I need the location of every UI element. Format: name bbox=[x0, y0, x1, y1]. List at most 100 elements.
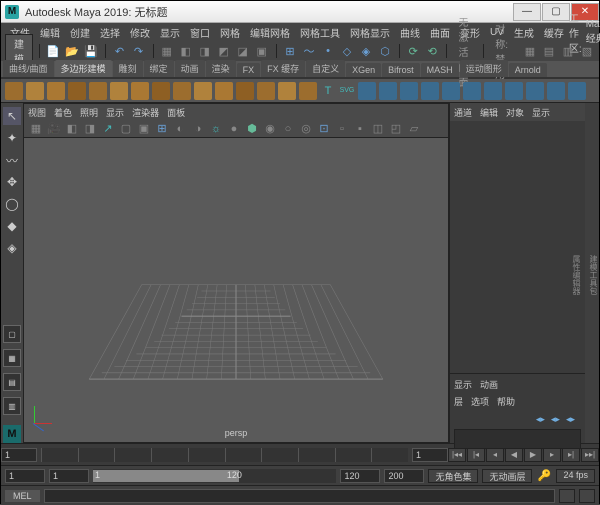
shelf-icon[interactable] bbox=[547, 82, 565, 100]
poly-platonic-icon[interactable] bbox=[152, 82, 170, 100]
poly-superellipse-icon[interactable] bbox=[299, 82, 317, 100]
sidetab-attribute-editor[interactable]: 属性编辑器 bbox=[571, 255, 582, 295]
anim-start-field[interactable] bbox=[5, 469, 45, 483]
shelf-icon[interactable] bbox=[526, 82, 544, 100]
shelf-tab-bifrost[interactable]: Bifrost bbox=[382, 63, 420, 77]
move-tool[interactable]: ✥ bbox=[3, 173, 21, 191]
panel-menu-shading[interactable]: 着色 bbox=[54, 106, 72, 119]
poly-sphere-icon[interactable] bbox=[5, 82, 23, 100]
shelf-icon[interactable] bbox=[505, 82, 523, 100]
panel-tool-icon[interactable]: ⊞ bbox=[154, 121, 170, 137]
panel-tool-icon[interactable]: ◎ bbox=[298, 121, 314, 137]
anim-end-field[interactable] bbox=[384, 469, 424, 483]
minimize-button[interactable]: — bbox=[513, 3, 541, 21]
go-start-button[interactable]: |◂◂ bbox=[448, 448, 466, 462]
shelf-tab-arnold[interactable]: Arnold bbox=[509, 63, 547, 77]
current-frame-field-2[interactable] bbox=[412, 448, 448, 462]
status-icon[interactable]: ▣ bbox=[254, 43, 270, 59]
save-scene-icon[interactable]: 💾 bbox=[83, 43, 99, 59]
panel-tool-icon[interactable]: ▫ bbox=[334, 121, 350, 137]
menu-edit[interactable]: 编辑 bbox=[35, 25, 65, 40]
poly-pyramid-icon[interactable] bbox=[173, 82, 191, 100]
key-icon[interactable]: ◂▸ bbox=[536, 414, 545, 425]
poly-soccer-icon[interactable] bbox=[278, 82, 296, 100]
poly-type-icon[interactable]: T bbox=[320, 83, 336, 99]
layer-tab-anim[interactable]: 动画 bbox=[480, 378, 498, 391]
panel-tool-icon[interactable]: ◧ bbox=[64, 121, 80, 137]
layout-persp-icon[interactable]: ▥ bbox=[3, 397, 21, 415]
poly-pipe-icon[interactable] bbox=[215, 82, 233, 100]
paint-select-tool[interactable]: 〰 bbox=[3, 151, 21, 169]
poly-prism-icon[interactable] bbox=[194, 82, 212, 100]
panel-menu-panels[interactable]: 面板 bbox=[167, 106, 185, 119]
shelf-tab-mograph[interactable]: 运动图形 bbox=[460, 60, 508, 77]
shelf-icon[interactable] bbox=[442, 82, 460, 100]
poly-helix-icon[interactable] bbox=[236, 82, 254, 100]
shelf-icon[interactable] bbox=[484, 82, 502, 100]
status-icon[interactable]: ◪ bbox=[235, 43, 251, 59]
fps-dropdown[interactable]: 24 fps bbox=[556, 469, 595, 483]
poly-cone-icon[interactable] bbox=[68, 82, 86, 100]
key-icon[interactable]: ◂▸ bbox=[566, 414, 575, 425]
poly-svg-icon[interactable]: SVG bbox=[339, 83, 355, 99]
isolate-icon[interactable]: ◰ bbox=[388, 121, 404, 137]
shelf-tab-custom[interactable]: 自定义 bbox=[306, 60, 345, 77]
menu-generate[interactable]: 生成 bbox=[509, 25, 539, 40]
redo-icon[interactable]: ↷ bbox=[131, 43, 147, 59]
layout-outliner-icon[interactable]: ▤ bbox=[3, 373, 21, 391]
snap-plane-icon[interactable]: ◇ bbox=[339, 43, 355, 59]
shelf-tab-rig[interactable]: 绑定 bbox=[144, 60, 174, 77]
snap-grid-icon[interactable]: ⊞ bbox=[282, 43, 298, 59]
shelf-tab-render[interactable]: 渲染 bbox=[206, 60, 236, 77]
poly-gear-icon[interactable] bbox=[257, 82, 275, 100]
menu-select[interactable]: 选择 bbox=[95, 25, 125, 40]
panel-tool-icon[interactable]: ⬢ bbox=[244, 121, 260, 137]
panel-layout-icon[interactable]: ▥ bbox=[560, 43, 576, 59]
select-tool[interactable]: ↖ bbox=[3, 107, 21, 125]
shelf-tab-curves[interactable]: 曲线/曲面 bbox=[3, 60, 54, 77]
new-scene-icon[interactable]: 📄 bbox=[45, 43, 61, 59]
layer-menu-layers[interactable]: 层 bbox=[454, 395, 463, 408]
panel-tool-icon[interactable]: ● bbox=[226, 121, 242, 137]
go-end-button[interactable]: ▸▸| bbox=[581, 448, 599, 462]
history-icon[interactable]: ⟲ bbox=[424, 43, 440, 59]
layout-four-icon[interactable]: ▦ bbox=[3, 349, 21, 367]
status-icon[interactable]: ◧ bbox=[178, 43, 194, 59]
command-output-icon[interactable] bbox=[559, 489, 575, 503]
select-tool-icon[interactable]: ▦ bbox=[159, 43, 175, 59]
panel-tool-icon[interactable]: ▱ bbox=[406, 121, 422, 137]
key-icon[interactable]: ◂▸ bbox=[551, 414, 560, 425]
step-back-button[interactable]: ◂ bbox=[486, 448, 504, 462]
scale-tool[interactable]: ◆ bbox=[3, 217, 21, 235]
shelf-tab-poly[interactable]: 多边形建模 bbox=[55, 60, 112, 77]
shelf-tab-fxcache[interactable]: FX 缓存 bbox=[261, 60, 305, 77]
shelf-icon[interactable] bbox=[358, 82, 376, 100]
panel-tool-icon[interactable]: ⊡ bbox=[316, 121, 332, 137]
poly-cube-icon[interactable] bbox=[26, 82, 44, 100]
panel-layout-icon[interactable]: ▦ bbox=[522, 43, 538, 59]
rotate-tool[interactable]: ◯ bbox=[3, 195, 21, 213]
step-forward-button[interactable]: ▸ bbox=[543, 448, 561, 462]
poly-disc-icon[interactable] bbox=[131, 82, 149, 100]
time-slider-track[interactable] bbox=[41, 448, 408, 462]
panel-tool-icon[interactable]: ◐ bbox=[172, 121, 188, 137]
panel-tool-icon[interactable]: ▣ bbox=[136, 121, 152, 137]
shelf-tab-sculpt[interactable]: 雕刻 bbox=[113, 60, 143, 77]
snap-view-icon[interactable]: ◈ bbox=[358, 43, 374, 59]
shelf-icon[interactable] bbox=[379, 82, 397, 100]
range-slider-track[interactable]: 1 120 bbox=[93, 469, 336, 483]
panel-layout-icon[interactable]: ▧ bbox=[579, 43, 595, 59]
menu-cache[interactable]: 缓存 bbox=[539, 25, 569, 40]
range-start-field[interactable] bbox=[49, 469, 89, 483]
shelf-icon[interactable] bbox=[568, 82, 586, 100]
shelf-icon[interactable] bbox=[463, 82, 481, 100]
play-back-button[interactable]: ◀ bbox=[505, 448, 523, 462]
shelf-icon[interactable] bbox=[400, 82, 418, 100]
color-management-dropdown[interactable]: 无角色集 bbox=[428, 469, 478, 483]
history-icon[interactable]: ⟳ bbox=[405, 43, 421, 59]
panel-menu-renderer[interactable]: 渲染器 bbox=[132, 106, 159, 119]
panel-tool-icon[interactable]: ▢ bbox=[118, 121, 134, 137]
script-language-dropdown[interactable]: MEL bbox=[5, 490, 40, 502]
panel-menu-show[interactable]: 显示 bbox=[106, 106, 124, 119]
menu-mesh-display[interactable]: 网格显示 bbox=[345, 25, 395, 40]
